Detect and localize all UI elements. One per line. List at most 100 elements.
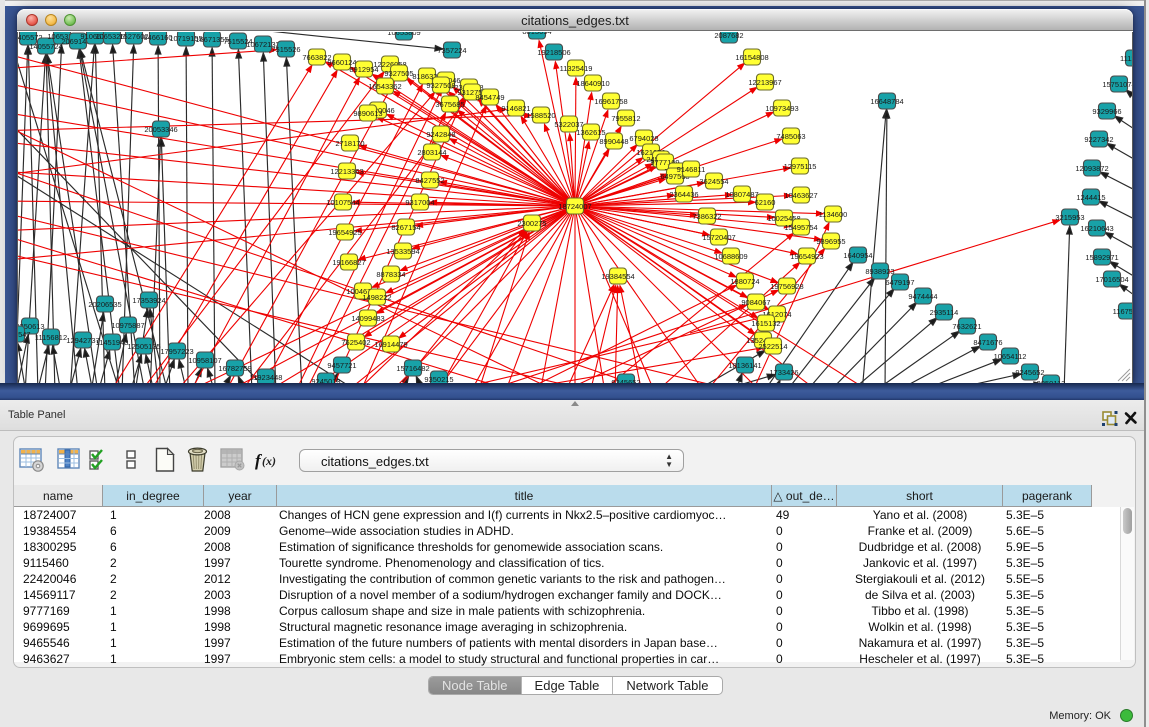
svg-text:9317004: 9317004: [405, 198, 434, 207]
svg-text:2087682: 2087682: [714, 32, 743, 40]
svg-text:11923448: 11923448: [250, 373, 283, 382]
svg-text:19654923: 19654923: [790, 252, 823, 261]
svg-text:16543362: 16543362: [368, 82, 401, 91]
svg-text:9327508: 9327508: [426, 81, 455, 90]
svg-text:10107544: 10107544: [326, 198, 359, 207]
svg-text:8471676: 8471676: [973, 338, 1002, 347]
svg-text:9457721: 9457721: [327, 361, 356, 370]
svg-text:9896955: 9896955: [816, 237, 845, 246]
svg-text:9327505: 9327505: [384, 69, 413, 78]
svg-text:16648784: 16648784: [870, 97, 903, 106]
svg-text:9474444: 9474444: [908, 292, 937, 301]
svg-text:3624554: 3624554: [699, 177, 728, 186]
svg-text:10654112: 10654112: [994, 352, 1027, 361]
svg-text:10653809: 10653809: [387, 32, 420, 37]
svg-text:8990448: 8990448: [599, 137, 628, 146]
svg-text:15495754: 15495754: [784, 223, 817, 232]
svg-text:3675685: 3675685: [435, 100, 464, 109]
svg-text:1880724: 1880724: [730, 277, 759, 286]
svg-text:16914479: 16914479: [374, 340, 407, 349]
svg-text:19756928: 19756928: [770, 282, 803, 291]
svg-text:10958107: 10958107: [188, 356, 221, 365]
svg-text:6466160: 6466160: [143, 33, 172, 42]
svg-text:2935114: 2935114: [930, 308, 959, 317]
svg-text:20206535: 20206535: [88, 300, 121, 309]
svg-text:1640954: 1640954: [843, 251, 872, 260]
svg-text:9890613: 9890613: [353, 109, 382, 118]
svg-text:8454749: 8454749: [475, 93, 504, 102]
svg-text:6794028: 6794028: [629, 134, 658, 143]
svg-text:(x): (x): [262, 454, 276, 468]
svg-text:8427552: 8427552: [415, 176, 444, 185]
svg-text:7632621: 7632621: [952, 322, 981, 331]
svg-text:16154808: 16154808: [735, 53, 768, 62]
svg-text:11325419: 11325419: [560, 64, 593, 73]
svg-text:2364436: 2364436: [669, 190, 698, 199]
svg-text:16210643: 16210643: [1080, 224, 1113, 233]
svg-text:1615132: 1615132: [751, 319, 780, 328]
svg-text:62160: 62160: [755, 198, 776, 207]
svg-text:19654925: 19654925: [328, 228, 361, 237]
svg-text:19384554: 19384554: [601, 272, 634, 281]
svg-text:10463627: 10463627: [784, 191, 817, 200]
svg-text:1112048: 1112048: [1120, 54, 1132, 63]
svg-text:9084067: 9084067: [741, 298, 770, 307]
svg-text:3215953: 3215953: [1055, 213, 1084, 222]
svg-text:2300275: 2300275: [517, 219, 546, 228]
svg-text:18724007: 18724007: [558, 202, 591, 211]
svg-text:1167533: 1167533: [1113, 307, 1132, 316]
svg-text:10973493: 10973493: [765, 104, 798, 113]
svg-text:7625402: 7625402: [341, 338, 370, 347]
svg-text:1588520: 1588520: [526, 111, 555, 120]
svg-text:18136141: 18136141: [728, 361, 761, 370]
svg-text:10688609: 10688609: [714, 252, 747, 261]
svg-text:12213363: 12213363: [330, 167, 363, 176]
svg-text:19166827: 19166827: [332, 258, 365, 267]
svg-text:9329966: 9329966: [1092, 107, 1121, 116]
svg-text:1498222: 1498222: [362, 293, 391, 302]
svg-text:12213967: 12213967: [748, 78, 781, 87]
svg-text:12975115: 12975115: [784, 162, 817, 171]
svg-text:7485063: 7485063: [776, 132, 805, 141]
svg-text:15720407: 15720407: [702, 233, 735, 242]
svg-text:9245652: 9245652: [1015, 368, 1044, 377]
svg-text:15716482: 15716482: [396, 364, 429, 373]
svg-text:11156812: 11156812: [35, 333, 67, 342]
svg-text:10975887: 10975887: [111, 321, 144, 330]
svg-text:17957223: 17957223: [160, 347, 193, 356]
svg-text:19218506: 19218506: [537, 48, 570, 57]
svg-text:2803144: 2803144: [417, 148, 446, 157]
svg-text:20053346: 20053346: [144, 125, 177, 134]
svg-text:17016504: 17016504: [1095, 275, 1128, 284]
svg-text:14099483: 14099483: [351, 314, 384, 323]
svg-text:8878334: 8878334: [376, 270, 405, 279]
svg-text:8813054: 8813054: [522, 32, 551, 36]
svg-text:9227342: 9227342: [1084, 135, 1113, 144]
svg-text:15751074: 15751074: [1102, 80, 1132, 89]
svg-text:13533594: 13533594: [386, 247, 419, 256]
svg-text:2522514: 2522514: [758, 342, 787, 351]
svg-text:7955812: 7955812: [611, 114, 640, 123]
svg-text:1134600: 1134600: [819, 210, 848, 219]
svg-text:1733426: 1733426: [769, 368, 798, 377]
svg-text:7357224: 7357224: [437, 46, 466, 55]
svg-text:8938923: 8938923: [865, 267, 894, 276]
svg-text:7515526: 7515526: [271, 45, 300, 54]
svg-text:16782759: 16782759: [218, 364, 251, 373]
svg-text:12093872: 12093872: [1075, 164, 1108, 173]
svg-text:12505135: 12505135: [127, 342, 160, 351]
svg-text:9146811: 9146811: [677, 165, 706, 174]
svg-text:6479197: 6479197: [885, 278, 914, 287]
svg-text:16961758: 16961758: [594, 97, 627, 106]
svg-text:1391547: 1391547: [18, 330, 31, 339]
svg-text:1244415: 1244415: [1076, 193, 1105, 202]
svg-text:9350215: 9350215: [424, 375, 453, 383]
svg-text:7386322: 7386322: [692, 212, 721, 221]
svg-text:18640910: 18640910: [576, 79, 609, 88]
svg-text:9242848: 9242848: [426, 130, 455, 139]
svg-text:2718170: 2718170: [335, 139, 364, 148]
svg-text:15892971: 15892971: [1085, 253, 1118, 262]
svg-text:1362615: 1362615: [576, 128, 605, 137]
svg-text:11451943: 11451943: [96, 338, 129, 347]
svg-text:17353924: 17353924: [132, 296, 165, 305]
